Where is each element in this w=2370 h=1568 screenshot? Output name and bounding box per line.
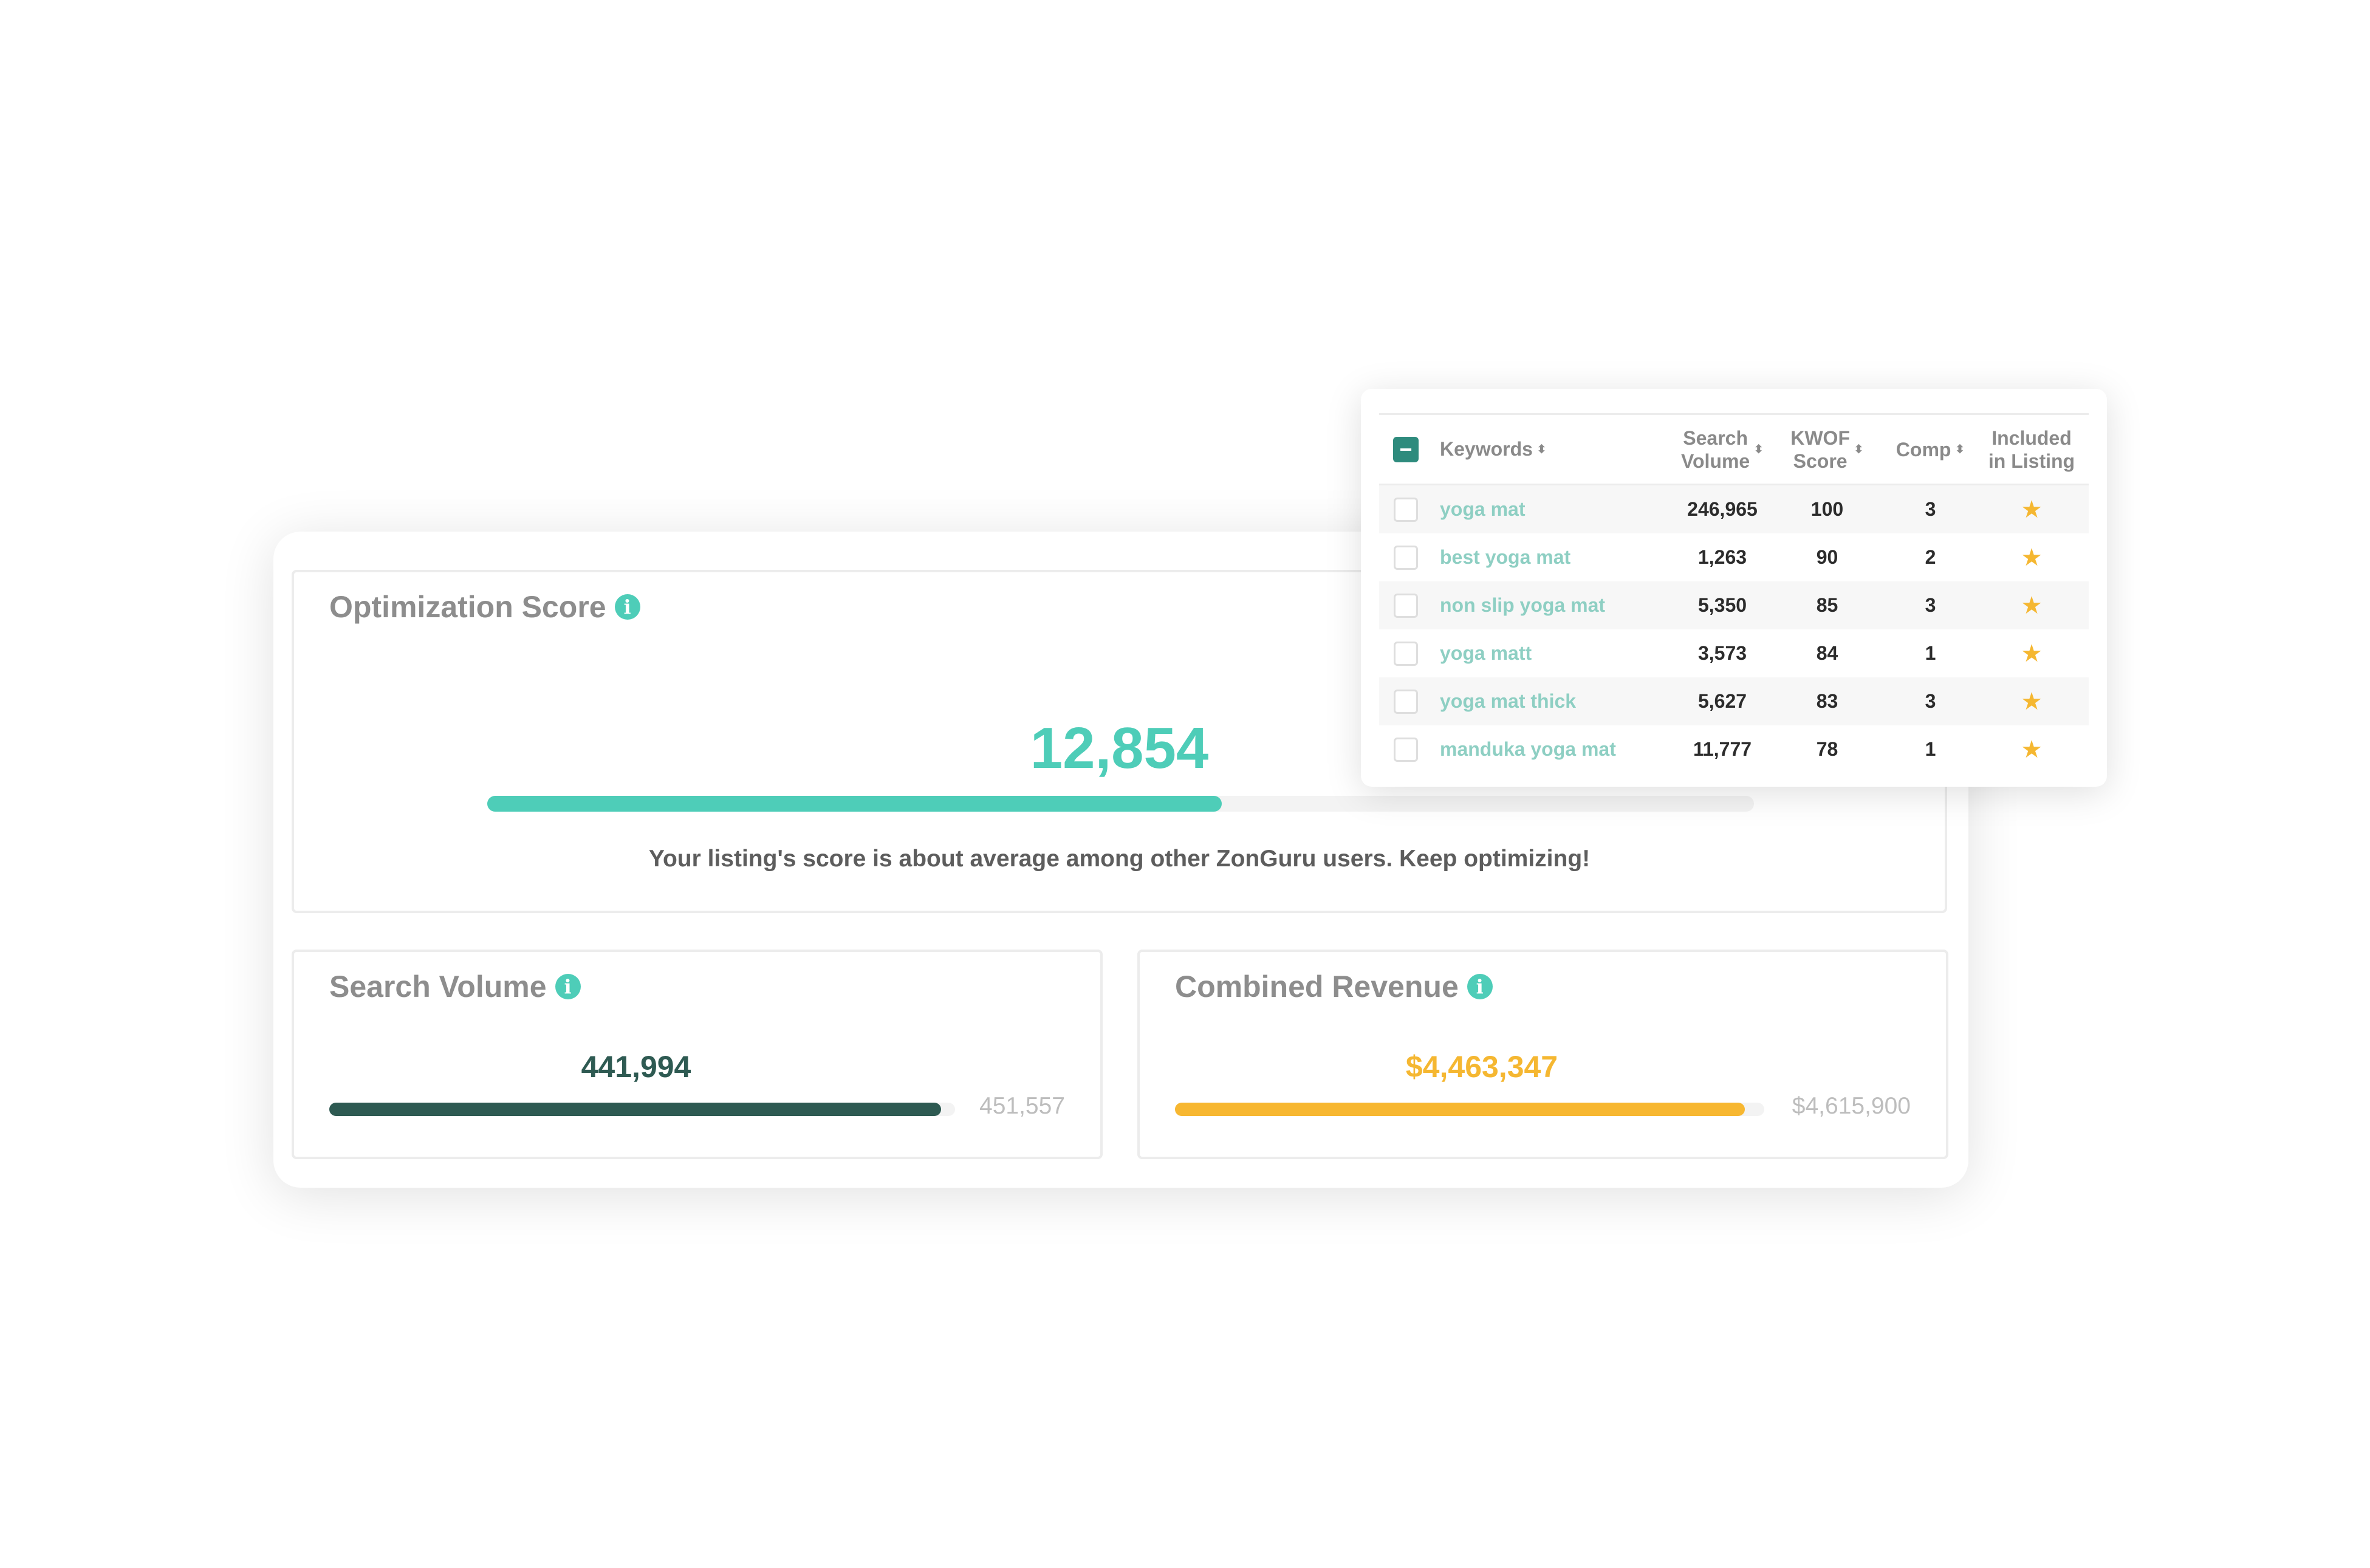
- table-row[interactable]: yoga mat thick 5,627 83 3 ★: [1379, 677, 2089, 725]
- star-icon: ★: [2021, 736, 2043, 763]
- combined-revenue-bar: [1175, 1103, 1764, 1116]
- keywords-table: − Keywords ⬍ Search Volume ⬍ KWOF Score ⬍ …: [1379, 413, 2089, 773]
- info-icon[interactable]: i: [555, 974, 581, 999]
- star-icon: ★: [2021, 640, 2043, 667]
- table-row[interactable]: manduka yoga mat 11,777 78 1 ★: [1379, 725, 2089, 773]
- included-in-listing-cell: ★: [1981, 496, 2083, 524]
- sort-icon[interactable]: ⬍: [1854, 443, 1864, 456]
- star-icon: ★: [2021, 592, 2043, 619]
- keywords-table-body: yoga mat 246,965 100 3 ★ best yoga mat 1,263 90…: [1379, 485, 2089, 773]
- star-icon: ★: [2021, 496, 2043, 523]
- sort-icon[interactable]: ⬍: [1536, 443, 1547, 456]
- kwof-score-cell: 100: [1810, 498, 1844, 520]
- table-row[interactable]: non slip yoga mat 5,350 85 3 ★: [1379, 581, 2089, 629]
- combined-revenue-max: $4,615,900: [1792, 1093, 1911, 1119]
- row-checkbox[interactable]: [1394, 689, 1418, 714]
- star-icon: ★: [2021, 544, 2043, 571]
- kwof-score-cell: 85: [1816, 594, 1838, 616]
- info-icon[interactable]: i: [614, 594, 640, 620]
- table-row[interactable]: best yoga mat 1,263 90 2 ★: [1379, 533, 2089, 581]
- combined-revenue-value: $4,463,347: [1405, 1050, 1558, 1084]
- included-in-listing-cell: ★: [1981, 544, 2083, 572]
- kwof-score-cell: 78: [1816, 738, 1838, 760]
- search-volume-cell: 5,627: [1697, 690, 1747, 712]
- kwof-score-cell: 90: [1816, 546, 1838, 568]
- included-in-listing-cell: ★: [1981, 688, 2083, 716]
- kwof-score-cell: 84: [1816, 642, 1838, 664]
- optimization-score-bar-fill: [487, 796, 1222, 812]
- search-volume-cell: 5,350: [1697, 594, 1747, 616]
- optimization-score-label: Optimization Score: [329, 590, 606, 624]
- included-in-listing-cell: ★: [1981, 592, 2083, 620]
- comp-cell: 3: [1925, 594, 1936, 616]
- search-volume-bar: [329, 1103, 955, 1116]
- included-in-listing-cell: ★: [1981, 640, 2083, 668]
- search-volume-value: 441,994: [581, 1050, 691, 1084]
- column-header-keywords[interactable]: Keywords ⬍: [1433, 438, 1671, 460]
- combined-revenue-title: Combined Revenue i: [1175, 969, 1493, 1004]
- keyword-link[interactable]: best yoga mat: [1433, 546, 1671, 569]
- info-icon[interactable]: i: [1467, 974, 1493, 999]
- included-in-listing-cell: ★: [1981, 736, 2083, 764]
- kwof-score-cell: 83: [1816, 690, 1838, 712]
- row-checkbox[interactable]: [1394, 545, 1418, 570]
- row-checkbox[interactable]: [1394, 593, 1418, 618]
- keyword-link[interactable]: manduka yoga mat: [1433, 738, 1671, 761]
- keywords-table-card: − Keywords ⬍ Search Volume ⬍ KWOF Score ⬍ …: [1361, 389, 2107, 787]
- table-row[interactable]: yoga matt 3,573 84 1 ★: [1379, 629, 2089, 677]
- column-header-search-volume[interactable]: Search Volume ⬍: [1671, 426, 1774, 473]
- comp-cell: 1: [1925, 642, 1936, 664]
- search-volume-cell: 3,573: [1697, 642, 1747, 664]
- comp-cell: 3: [1925, 690, 1936, 712]
- search-volume-title: Search Volume i: [329, 969, 581, 1004]
- optimization-score-bar: [487, 796, 1754, 812]
- optimization-score-title: Optimization Score i: [329, 589, 640, 625]
- keyword-link[interactable]: yoga mat thick: [1433, 690, 1671, 713]
- column-header-comp[interactable]: Comp ⬍: [1880, 438, 1981, 461]
- row-checkbox[interactable]: [1394, 641, 1418, 666]
- star-icon: ★: [2021, 688, 2043, 715]
- row-checkbox[interactable]: [1394, 737, 1418, 762]
- select-all-checkbox[interactable]: −: [1393, 436, 1419, 462]
- table-row[interactable]: yoga mat 246,965 100 3 ★: [1379, 485, 2089, 533]
- search-volume-cell: 11,777: [1693, 738, 1752, 760]
- search-volume-cell: 1,263: [1697, 546, 1747, 568]
- keyword-link[interactable]: yoga matt: [1433, 642, 1671, 665]
- column-header-included-in-listing: Included in Listing: [1988, 426, 2075, 472]
- search-volume-cell: 246,965: [1687, 498, 1758, 520]
- keyword-link[interactable]: non slip yoga mat: [1433, 594, 1671, 617]
- comp-cell: 1: [1925, 738, 1936, 760]
- sort-icon[interactable]: ⬍: [1753, 443, 1764, 456]
- search-volume-max: 451,557: [979, 1093, 1065, 1119]
- column-header-kwof-score[interactable]: KWOF Score ⬍: [1774, 426, 1880, 473]
- sort-icon[interactable]: ⬍: [1954, 443, 1965, 456]
- optimization-score-message: Your listing's score is about average am…: [648, 846, 1591, 872]
- comp-cell: 2: [1925, 546, 1936, 568]
- keywords-table-header: − Keywords ⬍ Search Volume ⬍ KWOF Score ⬍ …: [1379, 415, 2089, 485]
- combined-revenue-panel: Combined Revenue i $4,463,347 $4,615,900: [1137, 950, 1948, 1159]
- row-checkbox[interactable]: [1394, 497, 1418, 522]
- search-volume-bar-fill: [329, 1103, 942, 1116]
- combined-revenue-bar-fill: [1175, 1103, 1745, 1116]
- search-volume-panel: Search Volume i 441,994 451,557: [292, 950, 1103, 1159]
- combined-revenue-label: Combined Revenue: [1175, 970, 1459, 1004]
- comp-cell: 3: [1925, 498, 1936, 520]
- search-volume-label: Search Volume: [329, 970, 547, 1004]
- keyword-link[interactable]: yoga mat: [1433, 498, 1671, 521]
